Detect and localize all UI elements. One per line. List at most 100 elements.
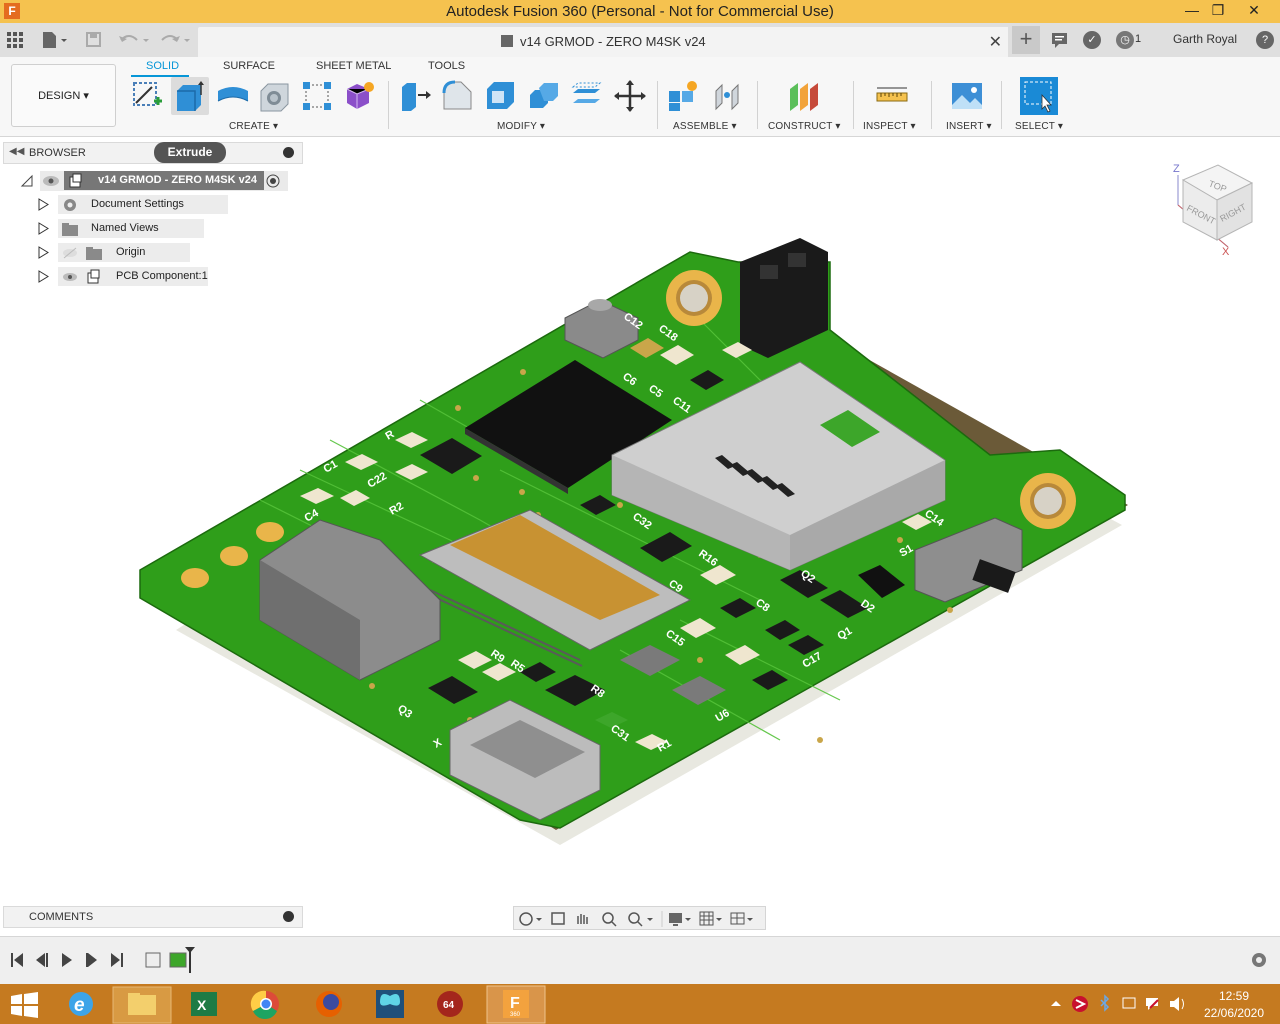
show-hidden-icons-icon[interactable] — [1051, 1001, 1061, 1006]
pan-icon[interactable] — [577, 914, 588, 924]
display-tray-icon[interactable] — [1122, 997, 1136, 1009]
browser-minimize-icon[interactable] — [283, 147, 294, 158]
comment-icon[interactable] — [1050, 31, 1070, 49]
collapse-panel-icon[interactable]: ◀◀ — [9, 146, 24, 157]
timeline-feature-component[interactable] — [145, 952, 161, 968]
expand-icon[interactable] — [38, 198, 49, 211]
revolve-icon[interactable] — [216, 79, 250, 113]
hole-icon[interactable] — [258, 79, 292, 113]
document-tab[interactable]: v14 GRMOD - ZERO M4SK v24 ✕ — [198, 27, 1008, 57]
create-form-icon[interactable] — [342, 79, 376, 113]
redo-icon[interactable] — [158, 30, 192, 50]
app-64-icon[interactable]: 64 — [437, 991, 463, 1017]
comments-panel[interactable]: COMMENTS — [3, 906, 303, 928]
browser-root-node[interactable]: v14 GRMOD - ZERO M4SK v24 — [20, 171, 288, 191]
start-icon[interactable] — [11, 992, 38, 1018]
workspace-switcher[interactable]: DESIGN ▾ — [11, 64, 116, 127]
insert-menu[interactable]: INSERT ▾ — [946, 121, 992, 132]
fusion360-icon[interactable]: F 360 — [486, 985, 546, 1024]
construct-menu[interactable]: CONSTRUCT ▾ — [768, 121, 841, 132]
move-icon[interactable] — [613, 79, 647, 113]
go-to-start-icon[interactable] — [11, 953, 23, 967]
tab-sheet-metal[interactable]: SHEET METAL — [316, 60, 391, 72]
browser-item-origin[interactable]: Origin — [38, 243, 298, 263]
offset-plane-icon[interactable] — [786, 79, 820, 113]
browser-item-pcb-component[interactable]: PCB Component:1 — [38, 267, 298, 287]
action-center-icon[interactable] — [1146, 998, 1159, 1010]
butterfly-app-icon[interactable] — [376, 990, 404, 1018]
assemble-menu[interactable]: ASSEMBLE ▾ — [673, 121, 737, 132]
collapse-root-icon[interactable] — [20, 174, 34, 188]
antivirus-tray-icon[interactable] — [1072, 996, 1088, 1012]
go-to-end-icon[interactable] — [111, 953, 123, 967]
create-menu[interactable]: CREATE ▾ — [229, 121, 278, 132]
help-icon[interactable]: ? — [1256, 31, 1274, 49]
browser-item-document-settings[interactable]: Document Settings — [38, 195, 298, 215]
expand-icon[interactable] — [38, 270, 49, 283]
user-account[interactable]: Garth Royal — [1173, 32, 1237, 46]
app-grid-icon[interactable] — [7, 32, 23, 48]
new-component-icon[interactable] — [666, 79, 700, 113]
timeline-settings-icon[interactable] — [1252, 953, 1266, 967]
inspect-menu[interactable]: INSPECT ▾ — [863, 121, 916, 132]
firefox-icon[interactable] — [316, 991, 342, 1017]
select-icon[interactable] — [1020, 77, 1058, 115]
expand-icon[interactable] — [38, 222, 49, 235]
joint-icon[interactable] — [710, 79, 744, 113]
tab-tools[interactable]: TOOLS — [428, 60, 465, 72]
undo-icon[interactable] — [117, 30, 151, 50]
visibility-eye-icon[interactable] — [62, 271, 78, 283]
clock-date[interactable]: 22/06/2020 — [1200, 1006, 1268, 1020]
toolbar-separator — [1001, 81, 1002, 129]
extrude-icon[interactable] — [173, 79, 207, 113]
step-forward-icon[interactable] — [86, 953, 97, 967]
select-menu[interactable]: SELECT ▾ — [1015, 121, 1063, 132]
close-icon[interactable]: ✕ — [1240, 0, 1268, 23]
offset-face-icon[interactable] — [570, 79, 604, 113]
fillet-icon[interactable] — [441, 79, 475, 113]
close-tab-icon[interactable]: ✕ — [989, 32, 1002, 52]
grid-settings-icon[interactable] — [699, 911, 722, 926]
pattern-icon[interactable] — [300, 79, 334, 113]
measure-icon[interactable] — [875, 79, 909, 113]
visibility-eye-icon[interactable] — [42, 175, 60, 187]
restore-icon[interactable]: ❐ — [1204, 0, 1232, 23]
viewports-icon[interactable] — [730, 912, 753, 925]
file-menu-icon[interactable] — [40, 30, 70, 50]
excel-icon[interactable]: X — [191, 992, 217, 1016]
zoom-icon[interactable] — [602, 912, 617, 927]
timeline-feature-extrude[interactable] — [169, 952, 187, 968]
insert-image-icon[interactable] — [950, 79, 984, 113]
save-icon[interactable] — [85, 30, 103, 50]
volume-icon[interactable] — [1170, 997, 1184, 1011]
display-settings-icon[interactable] — [669, 913, 691, 926]
new-tab-button[interactable]: + — [1012, 26, 1040, 54]
activate-component-icon[interactable] — [266, 174, 280, 188]
minimize-icon[interactable]: — — [1178, 0, 1206, 23]
press-pull-icon[interactable] — [398, 79, 432, 113]
tab-solid[interactable]: SOLID — [146, 60, 179, 72]
orbit-icon[interactable] — [519, 912, 542, 926]
job-status-icon[interactable]: ◷ — [1116, 31, 1134, 49]
fit-icon[interactable] — [628, 912, 653, 927]
chrome-icon[interactable] — [250, 990, 279, 1019]
tab-surface[interactable]: SURFACE — [223, 60, 275, 72]
bluetooth-tray-icon[interactable] — [1100, 994, 1110, 1012]
step-back-icon[interactable] — [36, 953, 48, 967]
online-status-icon[interactable]: ✓ — [1083, 31, 1101, 49]
play-icon[interactable] — [62, 953, 72, 967]
expand-icon[interactable] — [38, 246, 49, 259]
explorer-icon[interactable] — [112, 986, 172, 1024]
combine-icon[interactable] — [527, 79, 561, 113]
browser-item-named-views[interactable]: Named Views — [38, 219, 298, 239]
create-sketch-icon[interactable] — [130, 79, 164, 113]
clock-time[interactable]: 12:59 — [1210, 989, 1258, 1003]
look-at-icon[interactable] — [551, 912, 565, 925]
modify-menu[interactable]: MODIFY ▾ — [497, 121, 545, 132]
add-comment-icon[interactable] — [283, 911, 294, 922]
shell-icon[interactable] — [484, 79, 518, 113]
browser-panel-header[interactable]: ◀◀ BROWSER — [3, 142, 303, 164]
ie-icon[interactable]: e — [69, 992, 93, 1016]
viewcube[interactable]: TOP FRONT RIGHT Z X — [1173, 163, 1254, 258]
hidden-eye-icon[interactable] — [62, 247, 78, 259]
